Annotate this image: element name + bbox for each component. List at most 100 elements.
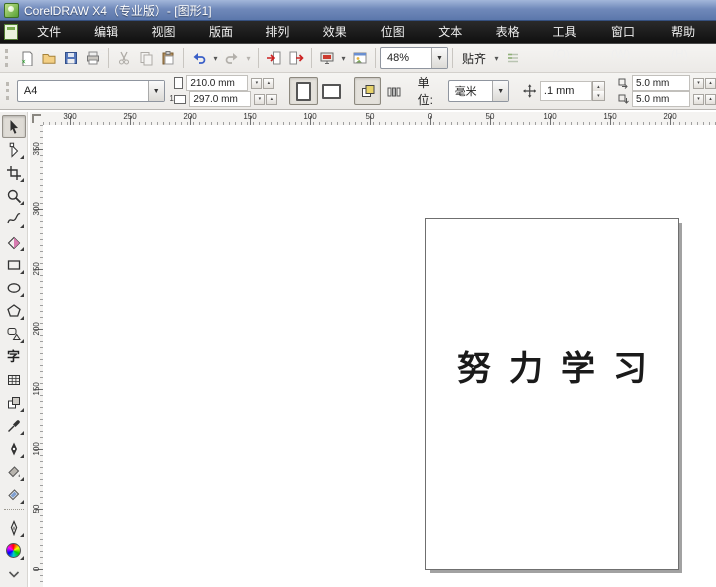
paper-width-spinner[interactable]: ▾ ▴ [251,77,275,89]
propbar-grip[interactable] [6,82,12,100]
chevron-down-icon[interactable]: ▼ [431,48,447,68]
menu-arrange[interactable]: 排列(A) [252,21,309,61]
paper-height-icon [169,94,187,104]
paper-width-field[interactable]: 210.0 mm [186,75,249,91]
h-ruler-label: 100 [543,112,557,121]
landscape-button[interactable] [318,78,345,104]
application-launcher-dropdown[interactable]: ▾ [338,47,349,69]
horizontal-ruler[interactable]: 300 250 200 150 100 50 0 50 100 150 200 [43,112,716,126]
pick-tool[interactable] [1,115,26,138]
h-ruler-label: 100 [303,112,317,121]
outline-pen-tool[interactable] [2,437,26,460]
export-button[interactable] [285,47,307,69]
menu-edit[interactable]: 编辑(E) [81,21,138,61]
snap-to-label: 贴齐 [462,51,487,66]
snap-to-button[interactable]: 贴齐 [457,47,491,69]
shape-tool[interactable] [2,138,26,161]
eyedropper-tool[interactable] [2,414,26,437]
paper-type-combo[interactable]: A4 ▼ [16,80,165,102]
nudge-offset-spinner[interactable]: ▴ ▾ [592,81,605,101]
zoom-level-combo[interactable]: 48% ▼ [380,47,448,69]
snap-to-dropdown[interactable]: ▾ [491,47,502,69]
polygon-icon [6,303,21,317]
cut-button[interactable] [113,47,135,69]
toolbox-more[interactable] [2,562,26,585]
duplicate-x-spinner[interactable]: ▾ ▴ [693,77,716,89]
undo-button[interactable] [188,47,210,69]
duplicate-x-field[interactable]: 5.0 mm [632,75,691,91]
freehand-tool[interactable] [2,207,26,230]
zoom-icon [7,189,21,203]
menu-table[interactable]: 表格(T) [483,21,540,61]
smartfill-icon [7,236,20,249]
print-button[interactable] [82,47,104,69]
redo-dropdown[interactable]: ▾ [243,47,254,69]
paper-height-field[interactable]: 297.0 mm [189,91,252,107]
options-button[interactable] [502,47,524,69]
menu-effects[interactable]: 效果(C) [310,21,368,61]
import-button[interactable] [263,47,285,69]
table-tool[interactable] [2,368,26,391]
chevron-down-icon[interactable]: ▼ [147,81,164,101]
duplicate-y-icon [618,94,629,104]
menu-tools[interactable]: 工具(O) [540,21,598,61]
current-page-button[interactable] [381,78,406,104]
duplicate-y-field[interactable]: 5.0 mm [632,91,691,107]
h-ruler-label: 50 [485,112,495,121]
basic-shapes-tool[interactable] [2,322,26,345]
v-ruler-label: 250 [32,262,41,276]
save-button[interactable] [60,47,82,69]
h-ruler-label: 250 [123,112,137,121]
text-tool[interactable]: 字 [2,345,26,368]
menu-file[interactable]: 文件(F) [24,21,81,61]
zoom-level-value: 48% [387,52,410,64]
menu-window[interactable]: 窗口(W) [598,21,658,61]
separator [375,48,376,68]
undo-dropdown[interactable]: ▾ [210,47,221,69]
h-ruler-label: 0 [427,112,433,121]
menu-layout[interactable]: 版面(L) [196,21,252,61]
portrait-button[interactable] [288,77,318,105]
copy-button[interactable] [135,47,157,69]
ruler-origin-button[interactable] [30,112,44,126]
rectangle-tool[interactable] [2,253,26,276]
units-combo[interactable]: 毫米 ▼ [447,80,510,102]
property-bar: A4 ▼ 210.0 mm ▾▴ 297.0 mm ▾▴ 单位: [0,73,716,110]
duplicate-y-spinner[interactable]: ▾ ▴ [693,93,716,105]
landscape-icon [321,83,341,99]
title-bar: CorelDRAW X4（专业版）- [图形1] [0,0,716,21]
smart-fill-tool[interactable] [2,230,26,253]
crop-icon [6,165,21,180]
fill-tool[interactable] [2,460,26,483]
ellipse-tool[interactable] [2,276,26,299]
menu-help[interactable]: 帮助(H) [658,21,716,61]
drawing-canvas[interactable]: 努力学习 [43,125,716,587]
nudge-offset-field[interactable]: .1 mm [539,81,593,101]
menu-bitmaps[interactable]: 位图(B) [368,21,425,61]
interactive-fill-tool[interactable] [2,483,26,506]
zoom-tool[interactable] [2,184,26,207]
new-button[interactable] [16,47,38,69]
toolbar-grip[interactable] [5,49,11,67]
paper-height-spinner[interactable]: ▾ ▴ [254,93,278,105]
all-pages-icon [361,85,375,97]
interactive-blend-tool[interactable] [2,391,26,414]
fill-color-tool[interactable] [2,539,26,562]
outline-flyout-tool[interactable] [2,516,26,539]
polygon-tool[interactable] [2,299,26,322]
toolbox: 字 [0,112,28,587]
page-text: 努力学习 [457,349,665,389]
crop-tool[interactable] [2,161,26,184]
welcome-screen-button[interactable] [349,47,371,69]
menu-view[interactable]: 视图(V) [139,21,196,61]
menu-text[interactable]: 文本(X) [425,21,482,61]
application-launcher-button[interactable] [316,47,338,69]
redo-button[interactable] [221,47,243,69]
all-pages-button[interactable] [354,77,382,105]
vertical-ruler[interactable]: 350 300 250 200 150 100 50 0 [30,125,44,587]
workspace: 字 300 250 200 150 100 50 0 50 100 150 200 350 300 25… [0,110,716,587]
paste-button[interactable] [157,47,179,69]
chevron-down-icon[interactable]: ▼ [492,81,509,101]
open-button[interactable] [38,47,60,69]
document-page[interactable]: 努力学习 [425,218,679,570]
